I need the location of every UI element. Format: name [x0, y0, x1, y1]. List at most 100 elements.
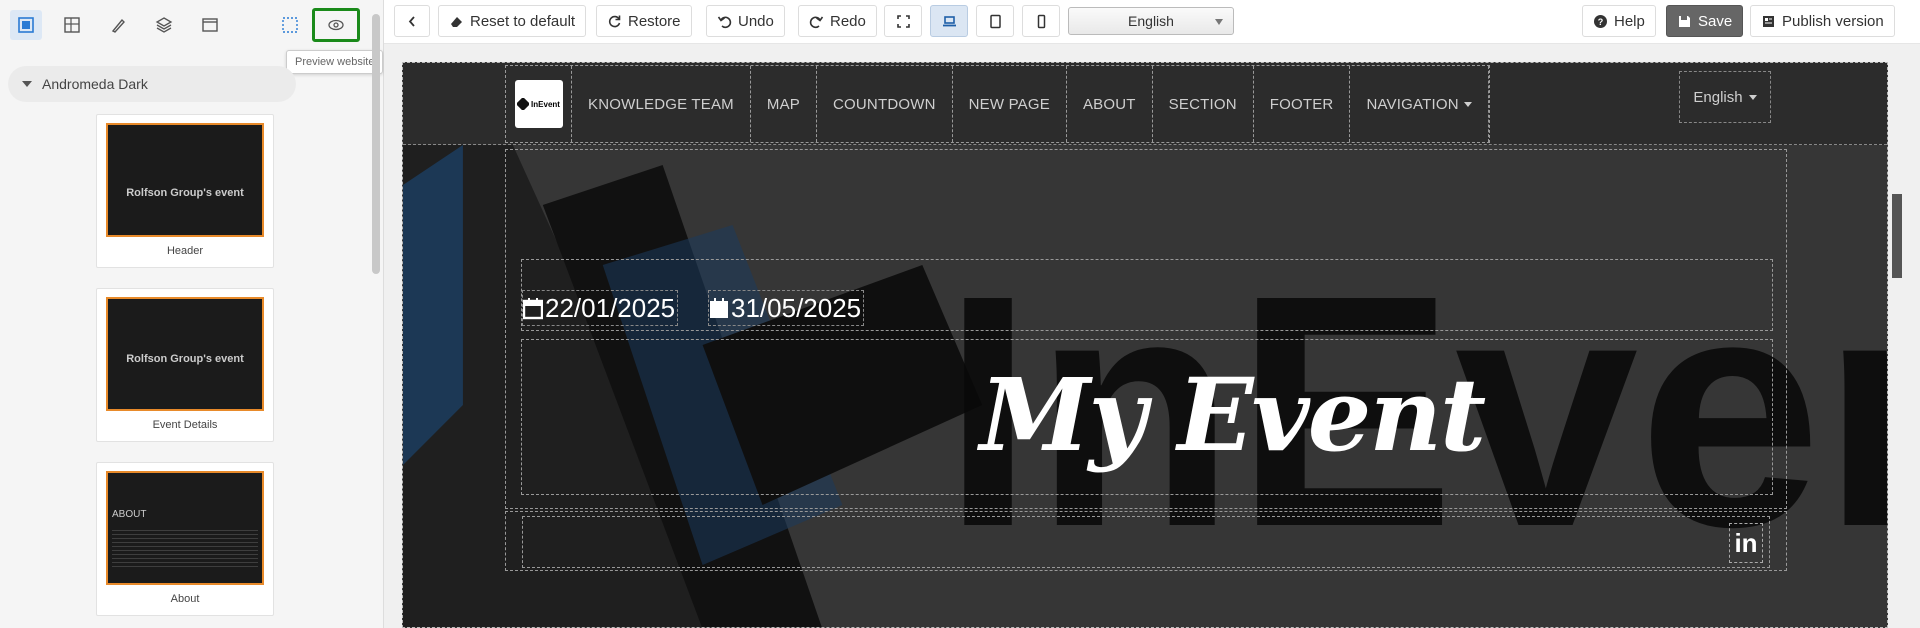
site-language-label: English [1693, 88, 1743, 106]
nav-label: ABOUT [1082, 95, 1136, 113]
nav-label: MAP [766, 95, 800, 113]
eraser-icon [451, 16, 462, 27]
site-header: InEvent KNOWLEDGE TEAM MAP COUNTDOWN NEW… [403, 63, 1887, 145]
nav-label: NAVIGATION [1366, 95, 1459, 113]
calendar-icon [523, 298, 543, 320]
chevron-left-icon [408, 15, 415, 27]
website-preview[interactable]: InEver InEvent KNOWLEDGE TEAM MAP COUNTD… [402, 62, 1888, 628]
undo-icon [717, 16, 732, 28]
event-dates-row: 22/01/2025 31/05/2025 [521, 259, 1773, 331]
restore-button[interactable]: Restore [596, 5, 692, 37]
section-thumbnail: Rolfson Group's event [106, 297, 264, 411]
fullscreen-icon [896, 14, 910, 28]
event-title: My Event [979, 356, 1486, 474]
brush-icon[interactable] [102, 10, 134, 40]
section-card-header[interactable]: Rolfson Group's event Header [96, 114, 274, 268]
grid-icon[interactable] [56, 10, 88, 40]
sidebar-scrollbar[interactable] [372, 14, 380, 274]
publish-version-button[interactable]: Publish version [1750, 5, 1895, 37]
preview-website-button[interactable] [312, 8, 360, 42]
theme-accordion[interactable]: Andromeda Dark [8, 66, 296, 102]
undo-label: Undo [738, 12, 774, 30]
editor-canvas-area: InEver InEvent KNOWLEDGE TEAM MAP COUNTD… [384, 44, 1920, 628]
editor-toolbar: Reset to default Restore Undo Redo Engli… [384, 0, 1920, 44]
thumbnail-text-lines [112, 527, 258, 567]
nav-label: COUNTDOWN [833, 95, 936, 113]
left-sidebar: Preview website Andromeda Dark Rolfson G… [0, 0, 384, 628]
theme-name: Andromeda Dark [42, 76, 148, 92]
window-icon[interactable] [194, 10, 226, 40]
help-button[interactable]: ? Help [1582, 5, 1656, 37]
linkedin-glyph: in [1734, 527, 1758, 558]
desktop-view-button[interactable] [930, 5, 968, 37]
help-label: Help [1614, 12, 1645, 30]
logo-badge: InEvent [514, 80, 563, 128]
save-button[interactable]: Save [1666, 5, 1744, 37]
logo-text: InEvent [531, 99, 560, 109]
nav-label: FOOTER [1269, 95, 1334, 113]
calendar-filled-icon [710, 298, 728, 318]
nav-label: SECTION [1168, 95, 1237, 113]
undo-button[interactable]: Undo [706, 5, 785, 37]
logo-mark-icon [517, 98, 530, 110]
caret-down-icon [1748, 94, 1757, 100]
start-date: 22/01/2025 [522, 290, 679, 326]
nav-item-countdown[interactable]: COUNTDOWN [817, 66, 953, 142]
reset-default-button[interactable]: Reset to default [438, 5, 587, 37]
nav-label: NEW PAGE [968, 95, 1050, 113]
site-nav: InEvent KNOWLEDGE TEAM MAP COUNTDOWN NEW… [505, 65, 1490, 143]
preview-tooltip: Preview website [286, 50, 384, 74]
back-button[interactable] [394, 5, 430, 37]
eye-icon [328, 19, 344, 31]
section-thumbnail: ABOUT [106, 471, 264, 585]
nav-item-footer[interactable]: FOOTER [1254, 66, 1351, 142]
fullscreen-button[interactable] [884, 5, 922, 37]
event-title-block: My Event [521, 339, 1773, 495]
start-date-text: 22/01/2025 [545, 292, 676, 323]
restore-label: Restore [628, 12, 681, 30]
redo-label: Redo [830, 12, 866, 30]
redo-button[interactable]: Redo [798, 5, 877, 37]
select-area-icon[interactable] [274, 10, 306, 40]
site-logo[interactable]: InEvent [506, 66, 572, 142]
site-language-dropdown[interactable]: English [1679, 71, 1771, 123]
sections-icon[interactable] [10, 10, 42, 40]
newspaper-icon [1763, 15, 1774, 27]
nav-item-navigation[interactable]: NAVIGATION [1350, 66, 1489, 142]
publish-version-label: Publish version [1782, 12, 1884, 30]
section-card-caption: Header [166, 245, 204, 257]
sidebar-toolbar [10, 6, 370, 42]
section-card-event-details[interactable]: Rolfson Group's event Event Details [96, 288, 274, 442]
tablet-view-button[interactable] [976, 5, 1014, 37]
social-links-row: in [522, 516, 1770, 568]
section-thumbnail: Rolfson Group's event [106, 123, 264, 237]
nav-item-knowledge-team[interactable]: KNOWLEDGE TEAM [572, 66, 751, 142]
canvas-scrollbar[interactable] [1892, 194, 1902, 278]
nav-item-about[interactable]: ABOUT [1067, 66, 1153, 142]
linkedin-icon[interactable]: in [1729, 523, 1763, 563]
section-card-caption: Event Details [152, 419, 218, 431]
nav-item-new-page[interactable]: NEW PAGE [953, 66, 1067, 142]
reset-default-label: Reset to default [470, 12, 576, 30]
tablet-icon [989, 14, 1001, 28]
section-card-about[interactable]: ABOUT About [96, 462, 274, 616]
thumbnail-title: Rolfson Group's event [126, 187, 244, 199]
svg-text:?: ? [1598, 17, 1604, 27]
nav-label: KNOWLEDGE TEAM [588, 95, 734, 113]
mobile-view-button[interactable] [1022, 5, 1060, 37]
nav-item-section[interactable]: SECTION [1153, 66, 1254, 142]
nav-item-map[interactable]: MAP [751, 66, 817, 142]
language-select-value: English [1128, 13, 1174, 29]
save-label: Save [1698, 12, 1733, 30]
layers-icon[interactable] [148, 10, 180, 40]
laptop-icon [942, 15, 956, 26]
dropdown-arrow-icon [1215, 19, 1223, 25]
end-date-text: 31/05/2025 [731, 292, 862, 323]
question-circle-icon: ? [1594, 14, 1607, 28]
floppy-icon [1679, 15, 1690, 27]
refresh-icon [608, 15, 621, 27]
language-select[interactable]: English [1068, 7, 1234, 35]
redo-icon [809, 16, 824, 28]
caret-down-icon [22, 81, 32, 87]
thumbnail-title: ABOUT [112, 509, 147, 520]
